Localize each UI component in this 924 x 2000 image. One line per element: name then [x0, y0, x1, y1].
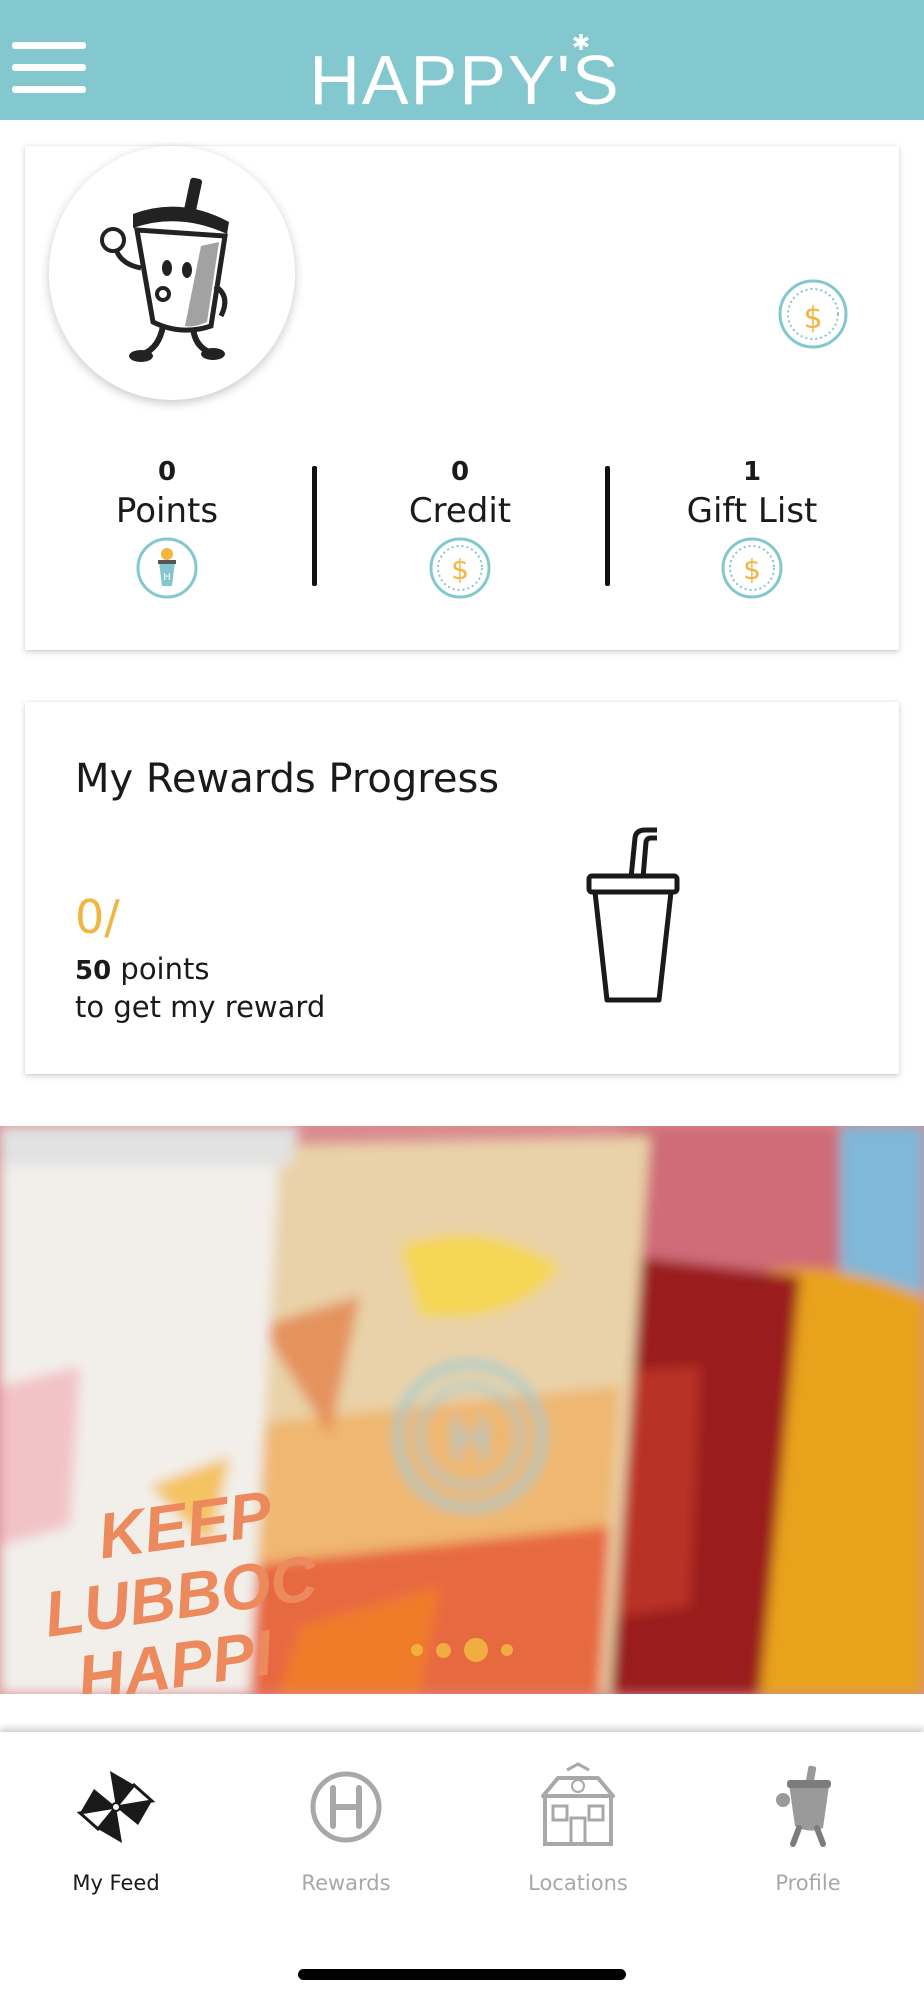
- tab-label: Profile: [775, 1871, 841, 1895]
- happys-logo: HAPPY'S ✱: [309, 31, 618, 114]
- tab-label: My Feed: [72, 1871, 160, 1895]
- rewards-note: to get my reward: [75, 990, 326, 1024]
- cup-mascot-icon: [100, 177, 229, 362]
- promo-banner[interactable]: H KEEP LUBBOC HAPPI: [0, 1126, 924, 1694]
- hamburger-menu-icon[interactable]: [12, 42, 86, 94]
- bottom-tab-bar: My Feed Rewards Locations Profile: [0, 1732, 924, 2000]
- tab-label: Rewards: [301, 1871, 391, 1895]
- account-summary-card: $ 0 Points H 0 Credit $ 1 Gift List $: [25, 146, 899, 650]
- tab-rewards[interactable]: Rewards: [246, 1762, 446, 1912]
- cup-straw-icon: [586, 827, 680, 1003]
- svg-text:✱: ✱: [572, 31, 590, 56]
- carousel-dot-active[interactable]: [464, 1638, 489, 1662]
- carousel-dot[interactable]: [501, 1644, 514, 1656]
- carousel-dot[interactable]: [435, 1642, 451, 1658]
- svg-text:H: H: [163, 572, 171, 583]
- rewards-progress-card[interactable]: My Rewards Progress 0/ 50 points to get …: [25, 702, 899, 1074]
- carousel-pagination[interactable]: [0, 1638, 924, 1668]
- tab-label: Locations: [528, 1871, 628, 1895]
- happys-coin-icon[interactable]: $: [777, 278, 849, 350]
- points-label: Points: [115, 491, 219, 531]
- svg-text:$: $: [743, 553, 761, 586]
- stat-divider: [605, 466, 610, 586]
- app-header: HAPPY'S ✱: [0, 0, 924, 120]
- dollar-coin-icon: $: [721, 537, 783, 599]
- gift-list-stat[interactable]: 1 Gift List $: [637, 456, 867, 600]
- dollar-coin-icon: $: [429, 537, 491, 599]
- stat-divider: [312, 466, 317, 586]
- avatar[interactable]: [49, 146, 295, 400]
- tab-locations[interactable]: Locations: [478, 1762, 678, 1912]
- rewards-target-unit: points: [111, 952, 210, 986]
- credit-stat[interactable]: 0 Credit $: [345, 456, 575, 600]
- store-icon: [541, 1762, 615, 1846]
- svg-text:H: H: [448, 1406, 492, 1474]
- gift-list-label: Gift List: [686, 491, 818, 531]
- credit-value: 0: [450, 457, 470, 487]
- h-logo-icon: [310, 1771, 382, 1843]
- gift-list-value: 1: [742, 457, 762, 487]
- tab-profile[interactable]: Profile: [708, 1762, 908, 1912]
- tab-my-feed[interactable]: My Feed: [16, 1762, 216, 1912]
- credit-label: Credit: [408, 491, 512, 531]
- pinwheel-icon: [76, 1771, 156, 1843]
- points-stat[interactable]: 0 Points H: [52, 456, 282, 600]
- rewards-title: My Rewards Progress: [75, 756, 500, 802]
- rewards-target-number: 50: [75, 956, 112, 986]
- home-indicator[interactable]: [298, 1969, 626, 1980]
- rewards-target: 50 points: [75, 950, 209, 990]
- mascot-profile-icon: [776, 1765, 831, 1847]
- svg-text:$: $: [451, 553, 469, 586]
- svg-text:$: $: [803, 301, 822, 336]
- rewards-current-points: 0/: [75, 890, 120, 944]
- drink-cup-icon: H: [136, 537, 198, 599]
- points-value: 0: [157, 457, 177, 487]
- carousel-dot[interactable]: [410, 1644, 423, 1656]
